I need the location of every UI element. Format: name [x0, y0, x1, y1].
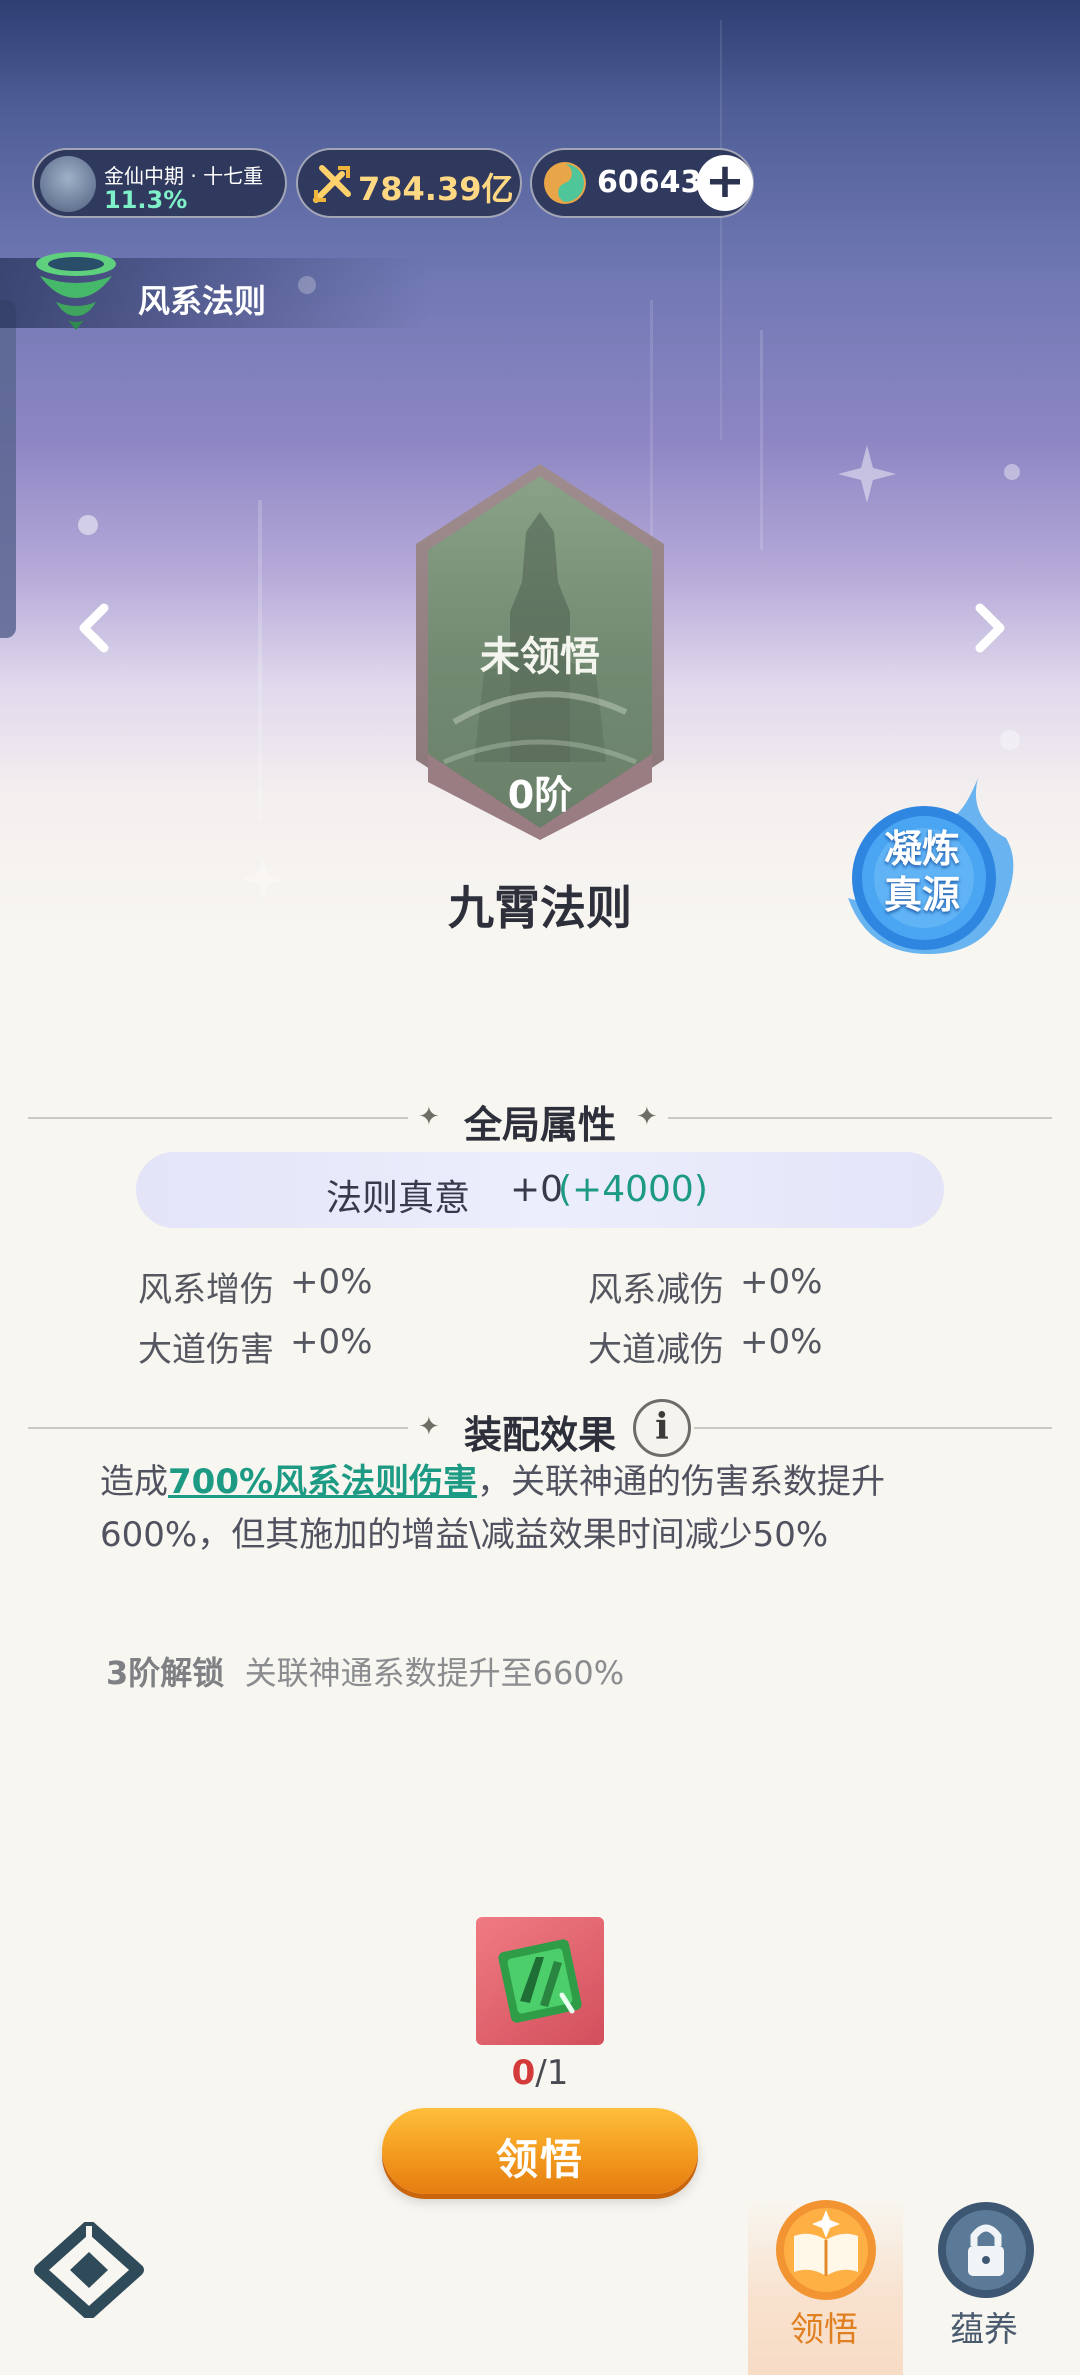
effect-highlight-link[interactable]: 700%风系法则伤害 — [168, 1462, 477, 1502]
stat-wind-reduction-label: 风系减伤 — [588, 1270, 724, 1310]
side-drawer-handle[interactable] — [0, 300, 16, 638]
open-book-icon[interactable] — [772, 2196, 880, 2304]
law-tier: 0阶 — [507, 773, 573, 817]
previous-law-button[interactable] — [66, 598, 126, 658]
stat-dao-damage-label: 大道伤害 — [138, 1330, 274, 1370]
stat-wind-damage-label: 风系增伤 — [138, 1270, 274, 1310]
jade-scroll-icon — [498, 1939, 582, 2023]
avatar — [40, 156, 96, 212]
law-emblem[interactable]: 未领悟 0阶 — [414, 462, 666, 842]
tier-unlock-info: 3阶解锁 关联神通系数提升至660% — [106, 1648, 624, 1694]
material-item-slot[interactable] — [476, 1917, 604, 2045]
lock-icon[interactable] — [934, 2198, 1038, 2302]
unlock-tier: 3阶解锁 — [106, 1654, 225, 1692]
swords-icon — [313, 165, 351, 203]
stat-dao-damage-value: +0% — [290, 1322, 373, 1362]
unlock-desc: 关联神通系数提升至660% — [244, 1654, 625, 1692]
nav-tab-nurture[interactable]: 蕴养 — [950, 2302, 1018, 2351]
refine-label-line1: 凝炼 — [883, 827, 960, 871]
law-truth-value: +0 — [510, 1169, 564, 1210]
refine-source-button[interactable]: 凝炼 真源 — [838, 778, 1028, 958]
law-truth-bonus: (+4000) — [558, 1169, 708, 1210]
stat-dao-reduction-value: +0% — [740, 1322, 823, 1362]
refine-label-line2: 真源 — [883, 873, 960, 917]
law-status: 未领悟 — [480, 634, 600, 680]
next-law-button[interactable] — [958, 598, 1018, 658]
effect-prefix: 造成 — [100, 1462, 168, 1502]
material-count: 0/1 — [0, 2053, 1080, 2093]
combat-power[interactable]: 784.39亿 — [296, 148, 522, 218]
combat-power-value: 784.39亿 — [358, 170, 514, 208]
realm-name: 金仙中期 · 十七重 — [104, 164, 264, 188]
stat-wind-reduction-value: +0% — [740, 1262, 823, 1302]
effect-line2: 600%，但其施加的增益\减益效果时间减少50% — [100, 1515, 829, 1555]
global-attributes-title: 全局属性 — [463, 1103, 616, 1147]
material-have: 0 — [511, 2053, 536, 2093]
law-category-tab[interactable]: 风系法则 — [0, 252, 430, 330]
law-category-label: 风系法则 — [138, 282, 267, 320]
comprehend-button[interactable]: 领悟 — [382, 2108, 698, 2194]
stat-dao-reduction-label: 大道减伤 — [588, 1330, 724, 1370]
info-icon[interactable]: i — [633, 1399, 691, 1457]
stat-wind-damage-value: +0% — [290, 1262, 373, 1302]
realm-progress: 11.3% — [104, 186, 188, 214]
wind-swirl-icon — [36, 252, 116, 330]
law-truth-label: 法则真意 — [326, 1178, 471, 1219]
comprehend-button-label: 领悟 — [495, 2135, 584, 2184]
add-currency-button[interactable]: + — [697, 155, 753, 211]
equip-effect-title: 装配效果 — [463, 1413, 616, 1457]
currency-value: 60643 — [597, 165, 702, 200]
equip-effect-description: 造成700%风系法则伤害，关联神通的伤害系数提升 600%，但其施加的增益\减益… — [100, 1456, 980, 1562]
material-need: /1 — [535, 2053, 569, 2093]
law-truth-bar: 法则真意 +0 (+4000) — [136, 1152, 944, 1228]
realm-status[interactable]: 金仙中期 · 十七重 11.3% — [32, 148, 287, 218]
spirit-stone-icon — [544, 162, 586, 204]
effect-line1-rest: ，关联神通的伤害系数提升 — [477, 1462, 886, 1502]
menu-logo-icon[interactable] — [34, 2222, 144, 2318]
nav-tab-comprehend[interactable]: 领悟 — [790, 2302, 858, 2351]
